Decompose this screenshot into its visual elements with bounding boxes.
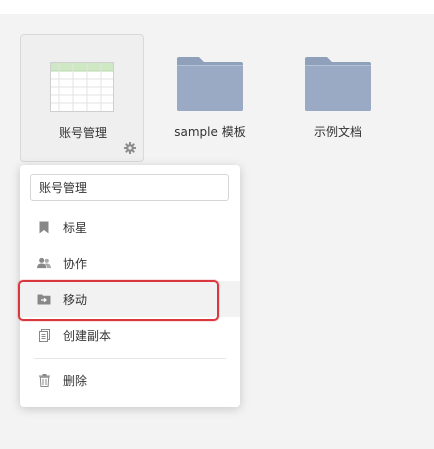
file-name: 账号管理 [58,126,107,140]
people-icon [37,256,51,270]
menu-item-label: 创建副本 [63,328,112,343]
menu-item-move[interactable]: 移动 [20,281,240,317]
bookmark-icon [37,220,51,234]
rename-input[interactable] [30,174,229,201]
gear-icon[interactable] [123,141,137,155]
menu-item-duplicate[interactable]: 创建副本 [20,317,240,353]
file-name: 示例文档 [313,125,362,139]
folder-icon [177,57,243,111]
menu-item-collaborate[interactable]: 协作 [20,245,240,281]
move-folder-icon [37,292,51,306]
trash-icon [37,373,51,387]
menu-item-delete[interactable]: 删除 [20,362,240,398]
menu-divider [34,358,226,359]
spreadsheet-thumbnail-icon [50,62,114,112]
copy-icon [37,328,51,342]
folder-icon [305,57,371,111]
menu-item-star[interactable]: 标星 [20,209,240,245]
folder-item-sample-docs[interactable]: 示例文档 [276,34,400,162]
menu-item-label: 删除 [63,373,88,388]
menu-item-label: 移动 [63,292,88,307]
menu-item-label: 协作 [63,256,88,271]
file-name: sample 模板 [174,125,246,139]
file-item-account-management[interactable]: 账号管理 [20,34,144,162]
menu-item-label: 标星 [63,220,88,235]
context-menu: 标星 协作 移动 [20,165,240,407]
folder-item-sample-template[interactable]: sample 模板 [148,34,272,162]
